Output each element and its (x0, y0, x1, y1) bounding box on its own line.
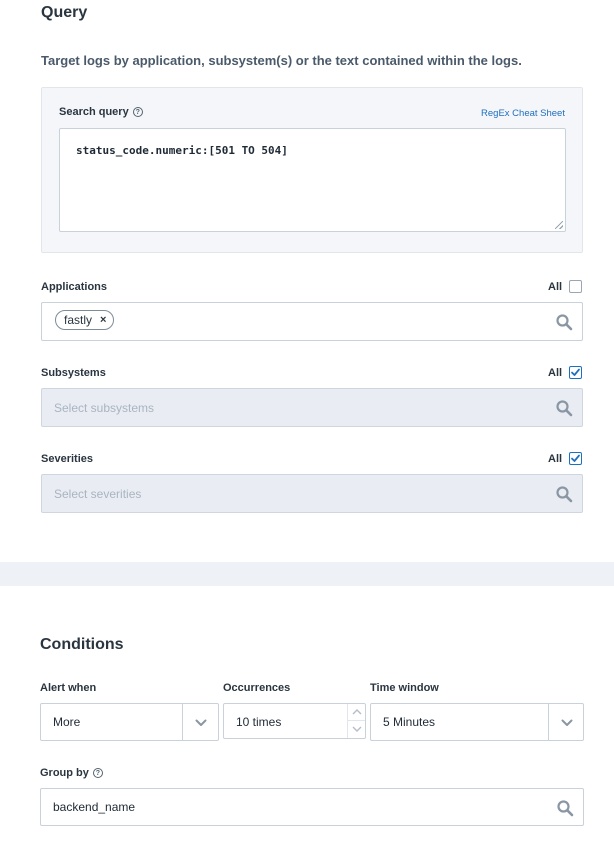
chevron-down-icon[interactable] (561, 719, 573, 727)
subsystems-all-checkbox[interactable] (569, 366, 582, 379)
occurrences-value: 10 times (236, 715, 282, 729)
help-icon[interactable]: ? (92, 768, 103, 778)
search-query-value: status_code.numeric:[501 TO 504] (76, 144, 288, 157)
severities-all-checkbox[interactable] (569, 452, 582, 465)
resize-handle[interactable] (555, 221, 563, 229)
applications-select[interactable]: fastly × (41, 302, 583, 341)
regex-cheat-sheet-link[interactable]: RegEx Cheat Sheet (481, 108, 565, 119)
applications-all-label: All (548, 281, 563, 293)
applications-chips: fastly × (55, 310, 115, 330)
severities-label: Severities (41, 453, 93, 465)
search-icon[interactable] (555, 399, 573, 417)
occurrences-label: Occurrences (223, 682, 291, 694)
chevron-up-icon[interactable] (352, 708, 362, 715)
subsystems-placeholder: Select subsystems (54, 401, 155, 415)
search-query-label-text: Search query (59, 106, 129, 118)
severities-placeholder: Select severities (54, 487, 142, 501)
section-divider (0, 562, 614, 586)
chip-remove-icon[interactable]: × (100, 314, 106, 326)
application-chip: fastly × (55, 310, 115, 330)
alert-when-label: Alert when (40, 682, 97, 694)
time-window-label: Time window (370, 682, 439, 694)
group-by-select[interactable]: backend_name (40, 788, 584, 826)
conditions-title: Conditions (40, 636, 124, 653)
group-by-label-text: Group by (40, 767, 89, 779)
group-by-value: backend_name (53, 800, 136, 814)
search-query-textarea[interactable]: status_code.numeric:[501 TO 504] (59, 128, 566, 232)
query-title: Query (41, 4, 88, 21)
stepper-divider (348, 720, 365, 721)
search-query-label: Search query? (59, 106, 143, 118)
application-chip-label: fastly (64, 313, 93, 327)
time-window-value: 5 Minutes (383, 715, 436, 729)
subsystems-all-label: All (548, 367, 563, 379)
applications-label: Applications (41, 281, 108, 293)
search-query-panel: Search query? RegEx Cheat Sheet status_c… (41, 87, 583, 253)
query-description: Target logs by application, subsystem(s)… (41, 53, 522, 68)
chevron-down-icon[interactable] (195, 719, 207, 727)
checkbox-icon (571, 368, 580, 376)
search-icon[interactable] (556, 799, 574, 817)
search-icon[interactable] (555, 313, 573, 331)
subsystems-label: Subsystems (41, 367, 106, 379)
time-window-select[interactable]: 5 Minutes (370, 703, 584, 741)
alert-when-value: More (53, 715, 81, 729)
checkbox-icon (571, 454, 580, 462)
chevron-down-icon[interactable] (352, 726, 362, 733)
occurrences-stepper[interactable] (347, 704, 365, 738)
severities-select[interactable]: Select severities (41, 474, 583, 513)
applications-all-checkbox[interactable] (569, 280, 582, 293)
occurrences-input[interactable]: 10 times (223, 703, 366, 739)
group-by-label: Group by? (40, 767, 103, 779)
alert-when-select[interactable]: More (40, 703, 219, 741)
severities-all-label: All (548, 453, 563, 465)
select-separator (182, 704, 183, 740)
help-icon[interactable]: ? (132, 107, 143, 117)
page: Query Target logs by application, subsys… (0, 0, 614, 845)
select-separator (548, 704, 549, 740)
search-icon[interactable] (555, 485, 573, 503)
subsystems-select[interactable]: Select subsystems (41, 388, 583, 427)
